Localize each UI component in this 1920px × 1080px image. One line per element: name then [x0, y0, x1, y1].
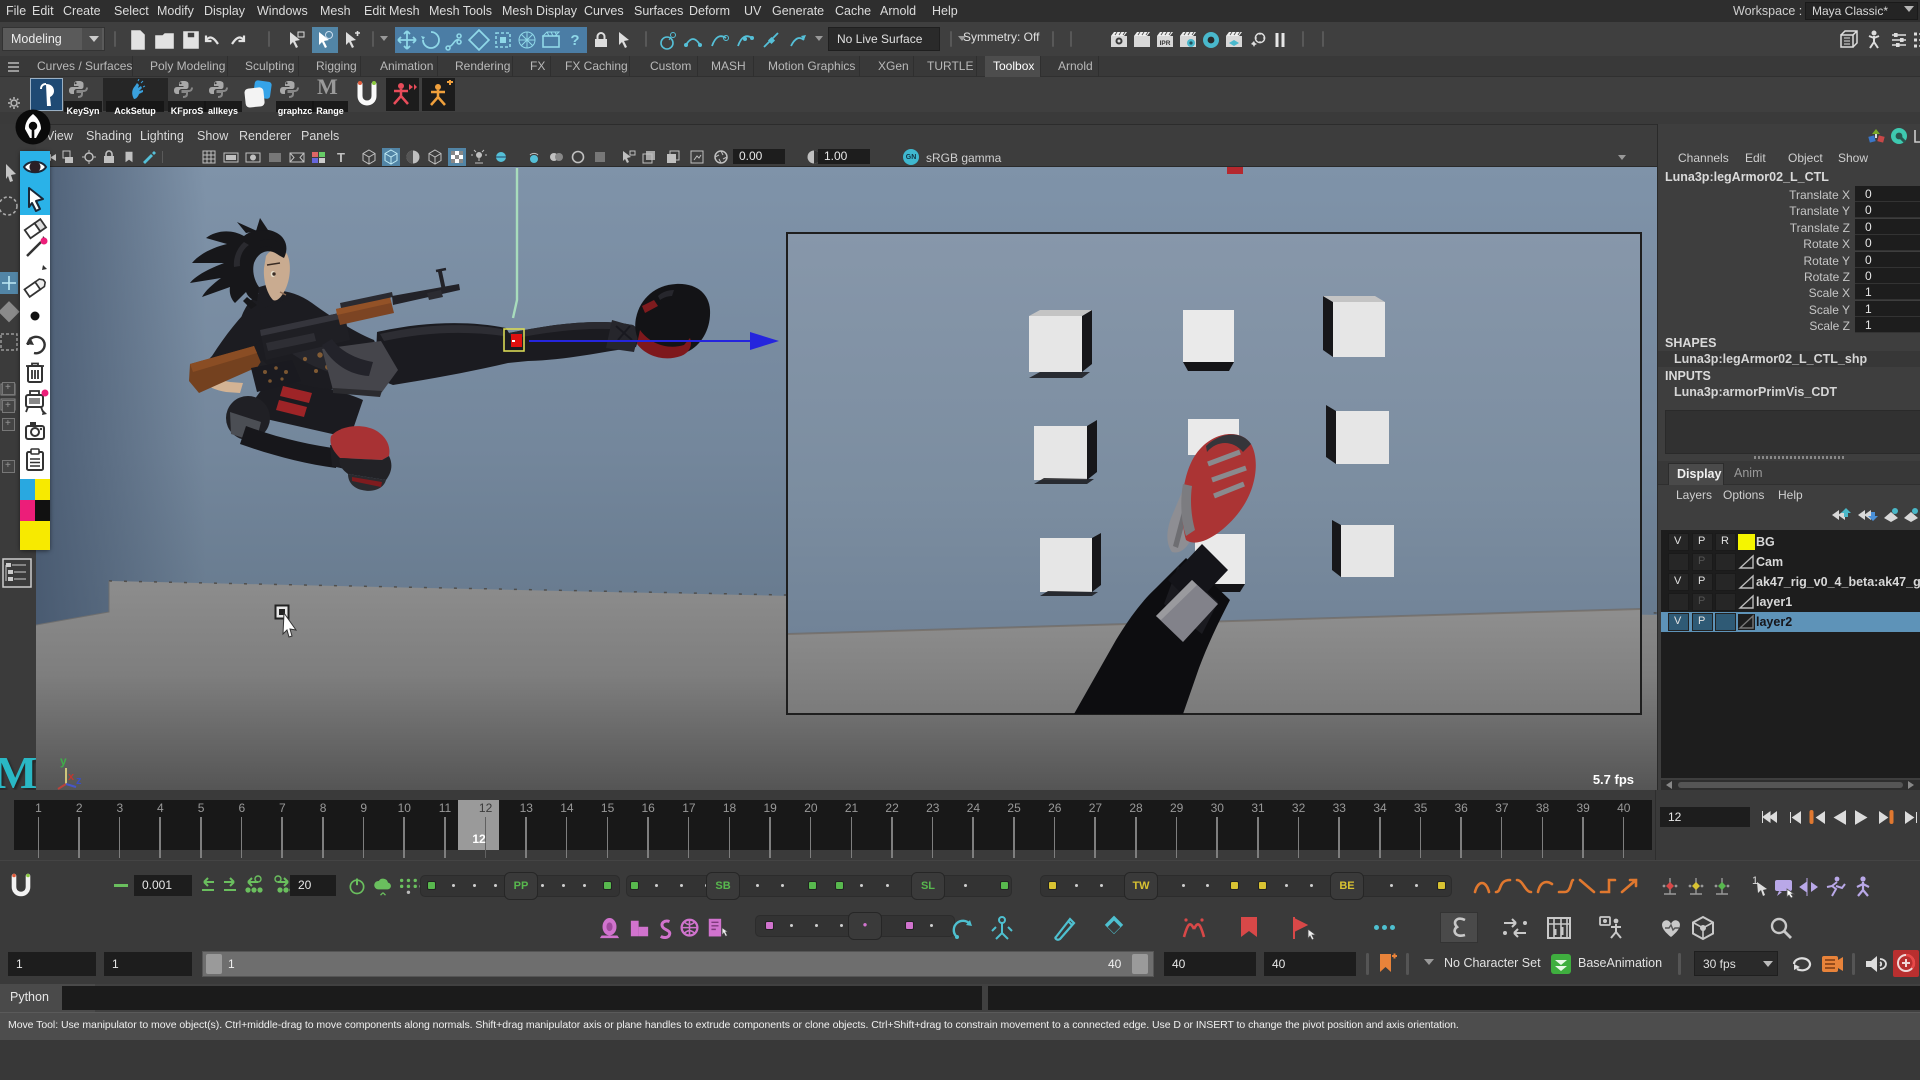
- svg-text:T: T: [337, 150, 345, 165]
- svg-text:5.7 fps: 5.7 fps: [1593, 772, 1634, 787]
- svg-text:x: x: [68, 771, 75, 783]
- svg-text:y: y: [60, 754, 67, 768]
- svg-text:z: z: [76, 775, 82, 787]
- svg-text:IPR: IPR: [1160, 40, 1171, 47]
- svg-text:?: ?: [570, 32, 579, 49]
